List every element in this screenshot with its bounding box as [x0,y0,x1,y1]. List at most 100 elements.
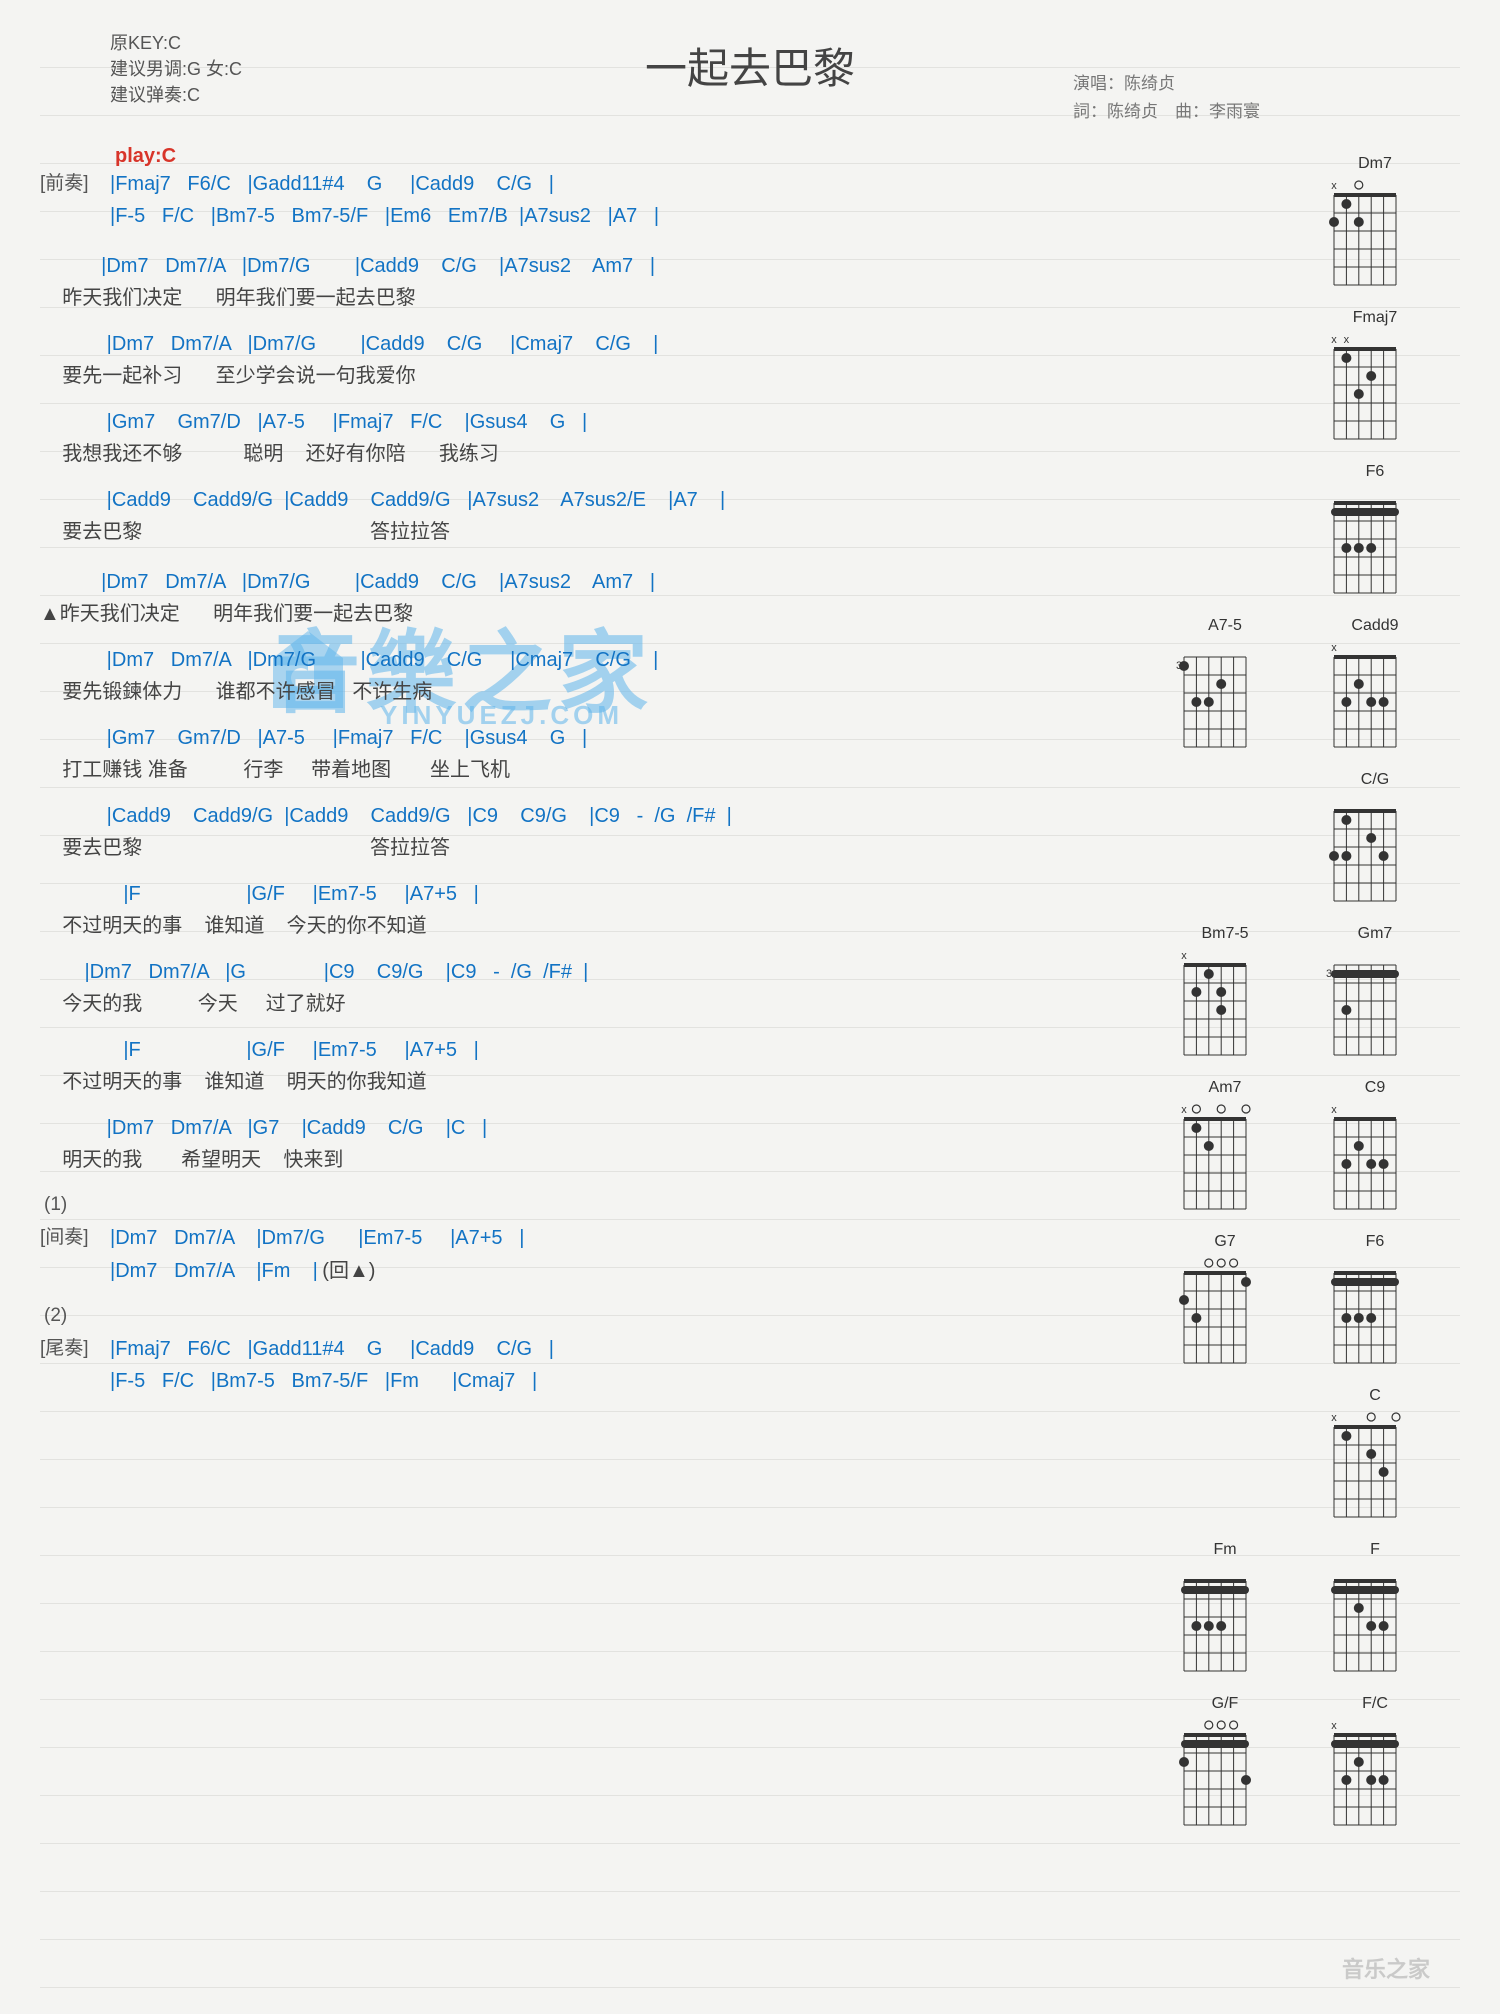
credits: 演唱：陈绮贞 詞：陈绮贞 曲：李雨寰 [1073,70,1260,126]
chord-diagram-row: Cx [1120,1387,1430,1519]
chord-line: |Cadd9 Cadd9/G |Cadd9 Cadd9/G |C9 C9/G |… [40,800,1000,832]
lyric-line: 要先一起补习 至少学会说一句我爱你 [40,360,1000,392]
chord-diagram-cadd9: Cadd9x [1320,617,1430,749]
chord-name-label: A7-5 [1170,617,1280,635]
chord-line: |Dm7 Dm7/A |Fm | [110,1260,318,1282]
composer-label: 曲： [1175,102,1209,121]
chord-line: |Dm7 Dm7/A |Dm7/G |Cadd9 C/G |A7sus2 Am7… [40,250,1000,282]
chord-diagram-svg [1320,1563,1410,1673]
chord-line: |Dm7 Dm7/A |Dm7/G |Cadd9 C/G |Cmaj7 C/G … [40,328,1000,360]
lyric-line: 不过明天的事 谁知道 明天的你我知道 [40,1066,1000,1098]
chord-name-label: Gm7 [1320,925,1430,943]
chord-diagram-svg: 3 [1170,639,1260,749]
chord-diagram-row: C/G [1120,771,1430,903]
chord-name-label: Am7 [1170,1079,1280,1097]
chord-diagram-svg: xx [1320,331,1410,441]
lyric-line: 打工赚钱 准备 行李 带着地图 坐上飞机 [40,754,1000,786]
chord-diagram-g7: G7 [1170,1233,1280,1365]
svg-text:x: x [1331,1720,1337,1732]
chord-diagram-f6: F6 [1320,1233,1430,1365]
chord-diagram-cg: C/G [1320,771,1430,903]
chord-diagram-c9: C9 x [1320,1079,1430,1211]
composer: 李雨寰 [1209,102,1260,121]
chord-diagram-row: Bm7-5xGm73 [1120,925,1430,1057]
chord-diagram-fmaj7: Fmaj7 xx [1320,309,1430,441]
chord-name-label: F [1320,1541,1430,1559]
chord-diagram-svg: x [1170,1101,1260,1211]
chord-diagram-svg [1170,1255,1260,1365]
chord-name-label: Fmaj7 [1320,309,1430,327]
chord-diagram-svg: x [1320,177,1410,287]
singer: 陈绮贞 [1124,74,1175,93]
svg-text:x: x [1331,1412,1337,1424]
chord-diagram-row: G7 F6 [1120,1233,1430,1365]
chord-name-label: F6 [1320,463,1430,481]
chord-line: |Gm7 Gm7/D |A7-5 |Fmaj7 F/C |Gsus4 G | [40,406,1000,438]
chord-name-label: Dm7 [1320,155,1430,173]
chord-name-label: F/C [1320,1695,1430,1713]
chord-diagram-svg: x [1170,947,1260,1057]
chord-line: |Dm7 Dm7/A |G |C9 C9/G |C9 - /G /F# | [40,956,1000,988]
chord-name-label: C [1320,1387,1430,1405]
svg-text:x: x [1331,180,1337,192]
chord-line: |F |G/F |Em7-5 |A7+5 | [40,878,1000,910]
lyric-line: 今天的我 今天 过了就好 [40,988,1000,1020]
chord-diagram-f6: F6 [1320,463,1430,595]
corner-watermark: 音乐之家 [1342,1952,1430,1984]
chord-name-label: Fm [1170,1541,1280,1559]
chord-name-label: G7 [1170,1233,1280,1251]
chord-diagram-a75: A7-5 3 [1170,617,1280,749]
chord-diagram-row: Fmaj7 xx [1120,309,1430,441]
chord-diagram-row: Am7 x C9 x [1120,1079,1430,1211]
chord-diagram-row: G/F F/C x [1120,1695,1430,1827]
chord-diagram-am7: Am7 x [1170,1079,1280,1211]
lyric-line: 我想我还不够 聪明 还好有你陪 我练习 [40,438,1000,470]
chord-diagram-bm75: Bm7-5 x [1170,925,1280,1057]
section-number-1: (1) [44,1194,1000,1216]
chord-diagram-row: F6 [1120,463,1430,595]
svg-text:x: x [1331,1104,1337,1116]
chord-diagram-svg [1170,1563,1260,1673]
chord-name-label: Bm7-5 [1170,925,1280,943]
chord-diagram-svg: 3 [1320,947,1410,1057]
lyric-line: 要去巴黎 答拉拉答 [40,832,1000,864]
chord-sheet-page: 原KEY:C 建议男调:G 女:C 建议弹奏:C 一起去巴黎 演唱：陈绮贞 詞：… [40,20,1460,1994]
lyric-line: 要先锻鍊体力 谁都不许感冒 不许生病 [40,676,1000,708]
chord-diagram-row: Fm F [1120,1541,1430,1673]
chord-diagram-svg [1320,485,1410,595]
chord-diagram-svg: x [1320,1101,1410,1211]
chord-diagram-gf: G/F [1170,1695,1280,1827]
chord-line: |Gm7 Gm7/D |A7-5 |Fmaj7 F/C |Gsus4 G | [40,722,1000,754]
chord-diagram-dm7: Dm7 x [1320,155,1430,287]
lyricist: 陈绮贞 [1107,102,1158,121]
chord-line: |Dm7 Dm7/A |Dm7/G |Cadd9 C/G |A7sus2 Am7… [40,566,1000,598]
chord-diagram-gm7: Gm73 [1320,925,1430,1057]
chord-line: |Dm7 Dm7/A |Dm7/G |Cadd9 C/G |Cmaj7 C/G … [40,644,1000,676]
lyricist-label: 詞： [1073,102,1107,121]
chord-diagram-svg: x [1320,639,1410,749]
repeat-marker: (回▲) [322,1260,375,1282]
lyric-line: ▲昨天我们决定 明年我们要一起去巴黎 [40,598,1000,630]
chord-line: |Dm7 Dm7/A |Dm7/G |Em7-5 |A7+5 | [110,1227,524,1249]
chord-line: |F |G/F |Em7-5 |A7+5 | [40,1034,1000,1066]
chord-line: |Cadd9 Cadd9/G |Cadd9 Cadd9/G |A7sus2 A7… [40,484,1000,516]
svg-text:x: x [1331,642,1337,654]
lyric-line: 明天的我 希望明天 快来到 [40,1144,1000,1176]
chord-line: |F-5 F/C |Bm7-5 Bm7-5/F |Em6 Em7/B |A7su… [110,205,659,227]
chord-name-label: F6 [1320,1233,1430,1251]
chord-diagram-row: Dm7 x [1120,155,1430,287]
intro-label: [前奏] [40,168,110,195]
chord-diagram-svg: x [1320,1409,1410,1519]
svg-text:x: x [1181,1104,1187,1116]
chord-line: |F-5 F/C |Bm7-5 Bm7-5/F |Fm |Cmaj7 | [110,1370,537,1392]
section-number-2: (2) [44,1305,1000,1327]
chord-diagram-c: Cx [1320,1387,1430,1519]
chord-name-label: C9 [1320,1079,1430,1097]
chord-diagram-svg: x [1320,1717,1410,1827]
chord-diagram-svg [1170,1717,1260,1827]
chord-diagram-fc: F/C x [1320,1695,1430,1827]
chord-line: |Fmaj7 F6/C |Gadd11#4 G |Cadd9 C/G | [110,173,554,195]
svg-text:x: x [1331,334,1337,346]
lyric-line: 不过明天的事 谁知道 今天的你不知道 [40,910,1000,942]
lyrics-chords: [前奏]|Fmaj7 F6/C |Gadd11#4 G |Cadd9 C/G |… [40,168,1000,1397]
